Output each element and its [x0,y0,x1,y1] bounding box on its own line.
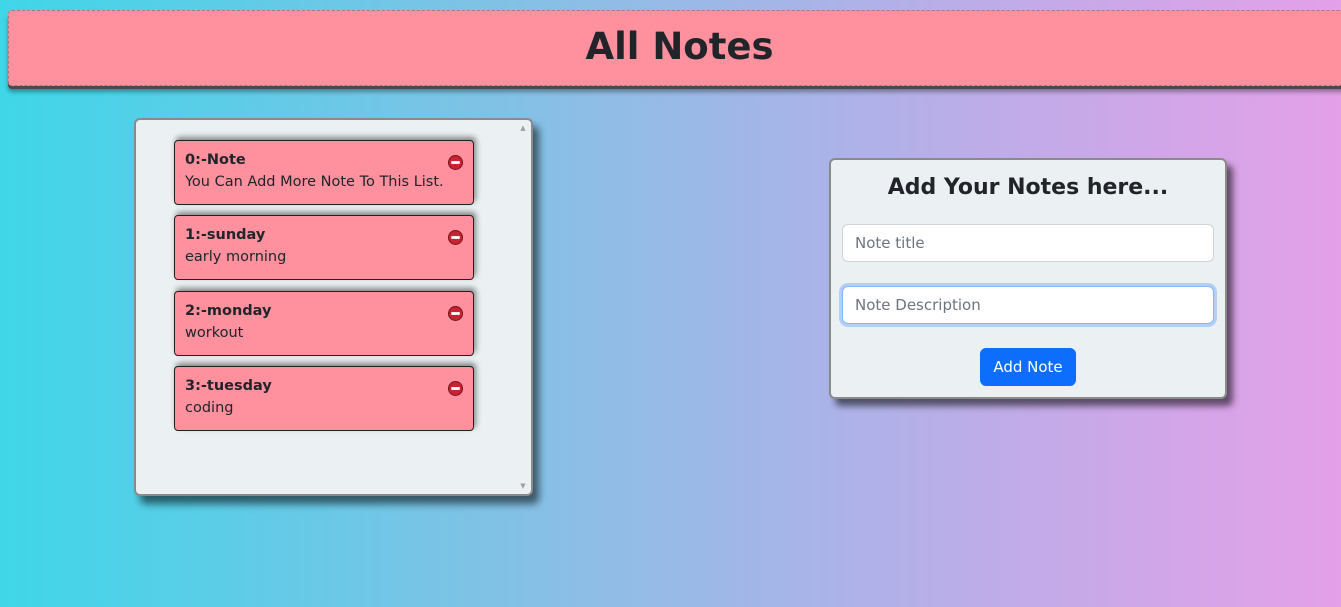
note-title: 1:-sunday [185,227,266,243]
remove-circle-icon[interactable] [448,155,463,170]
note-description: workout [185,325,244,341]
note-card: 1:-sunday early morning [174,215,474,280]
note-description-input[interactable] [842,286,1214,324]
note-title: 3:-tuesday [185,378,272,394]
note-card: 2:-monday workout [174,291,474,356]
page-title: All Notes [585,25,774,68]
page-header: All Notes [8,10,1341,86]
remove-circle-icon[interactable] [448,306,463,321]
note-description: You Can Add More Note To This List. [185,174,444,190]
scroll-up-arrow-icon[interactable]: ▲ [519,124,527,132]
note-card: 0:-Note You Can Add More Note To This Li… [174,140,474,205]
add-note-button[interactable]: Add Note [980,348,1076,386]
note-description: early morning [185,249,287,265]
note-title: 0:-Note [185,152,246,168]
form-heading: Add Your Notes here... [887,175,1169,200]
remove-circle-icon[interactable] [448,381,463,396]
note-title: 2:-monday [185,303,272,319]
remove-circle-icon[interactable] [448,230,463,245]
notes-list-panel[interactable]: 0:-Note You Can Add More Note To This Li… [134,118,533,496]
note-description: coding [185,400,234,416]
scrollbar[interactable]: ▲ ▼ [519,124,527,490]
note-card: 3:-tuesday coding [174,366,474,431]
note-title-input[interactable] [842,224,1214,262]
add-note-form: Add Your Notes here... Add Note [829,158,1227,399]
scroll-down-arrow-icon[interactable]: ▼ [519,482,527,490]
